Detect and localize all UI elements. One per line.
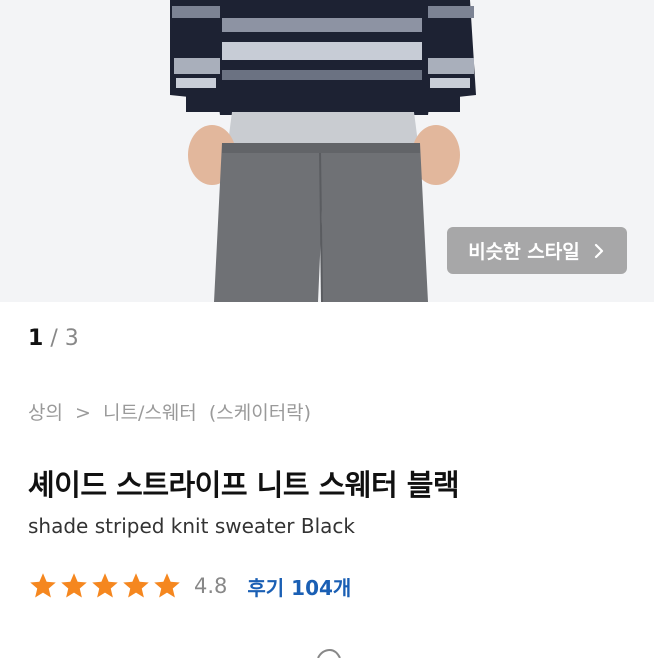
pager-separator: / <box>50 326 58 351</box>
product-title: 셰이드 스트라이프 니트 스웨터 블랙 <box>28 468 460 502</box>
reviews-link[interactable]: 후기 104개 <box>247 572 351 601</box>
cut-off-icon <box>317 648 341 658</box>
chevron-right-icon <box>594 243 603 258</box>
product-image[interactable]: 비슷한 스타일 <box>0 0 654 302</box>
star-icon <box>30 573 56 598</box>
breadcrumb-separator: > <box>75 402 91 424</box>
star-icon <box>123 573 149 598</box>
breadcrumb-category[interactable]: 상의 <box>28 402 63 424</box>
similar-style-button[interactable]: 비슷한 스타일 <box>447 227 627 274</box>
pager-total: 3 <box>64 326 79 351</box>
rating-score: 4.8 <box>194 574 228 598</box>
similar-style-label: 비슷한 스타일 <box>468 241 580 263</box>
breadcrumb: 상의 > 니트/스웨터 (스케이터락) <box>28 398 317 425</box>
product-subtitle: shade striped knit sweater Black <box>28 514 355 538</box>
star-icon <box>154 573 180 598</box>
rating-row: 4.8 후기 104개 <box>28 568 351 604</box>
star-icon <box>92 573 118 598</box>
pager-current: 1 <box>28 326 44 351</box>
breadcrumb-brand[interactable]: (스케이터락) <box>209 402 311 424</box>
image-pager: 1 / 3 <box>28 326 79 351</box>
breadcrumb-subcategory[interactable]: 니트/스웨터 <box>103 402 197 424</box>
star-icon <box>61 573 87 598</box>
rating-stars <box>28 571 182 601</box>
